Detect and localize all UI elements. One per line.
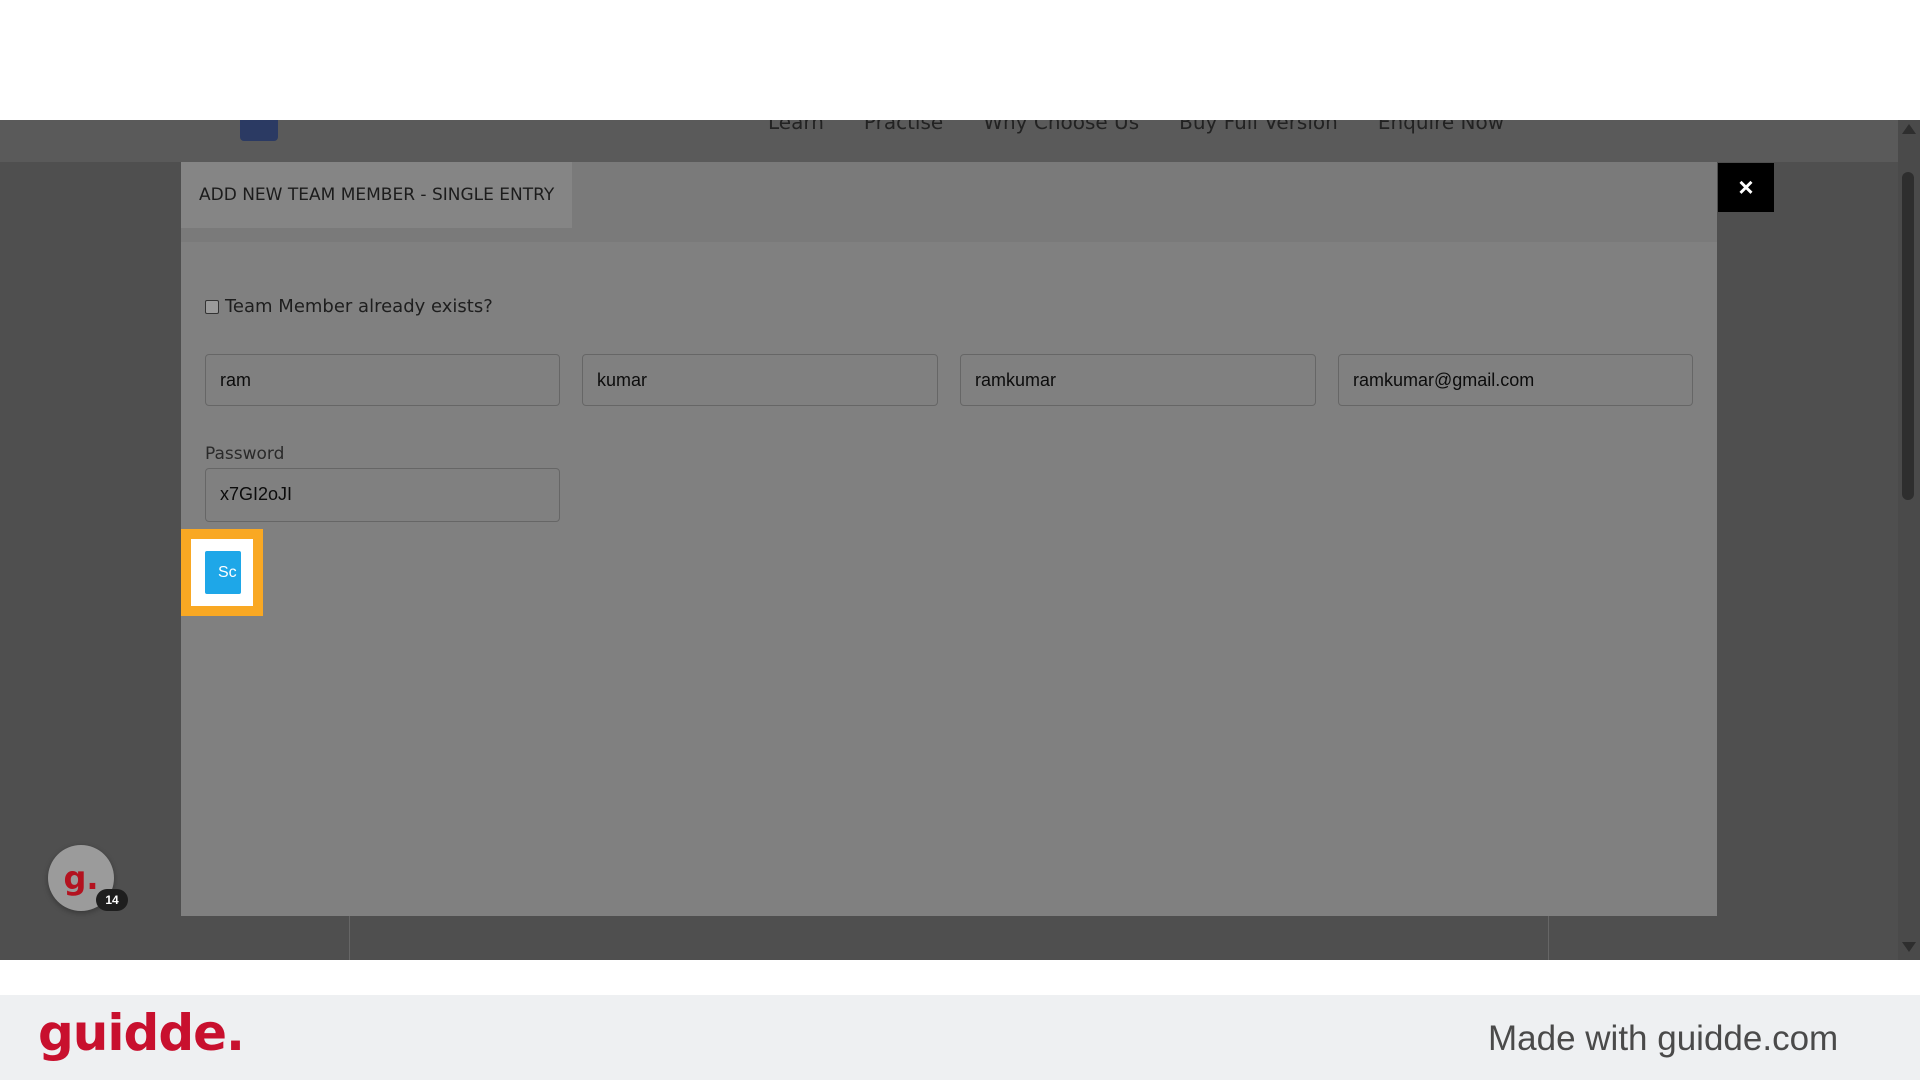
- site-nav: Learn Practise Why Choose Us Buy Full Ve…: [768, 120, 1504, 134]
- made-with-text: Made with guidde.com: [1488, 1019, 1839, 1058]
- first-name-input[interactable]: ram: [205, 354, 560, 406]
- scroll-up-arrow-icon[interactable]: [1902, 124, 1916, 134]
- last-name-input[interactable]: kumar: [582, 354, 938, 406]
- browser-viewport: Learn Practise Why Choose Us Buy Full Ve…: [0, 120, 1920, 960]
- submit-button[interactable]: Sc: [205, 551, 241, 594]
- logo-icon: [240, 120, 278, 141]
- background-divider: [349, 910, 350, 960]
- nav-item-why-choose-us[interactable]: Why Choose Us: [983, 120, 1139, 134]
- avatar-letter: g.: [63, 859, 99, 897]
- site-header: Learn Practise Why Choose Us Buy Full Ve…: [0, 120, 1898, 162]
- scroll-down-arrow-icon[interactable]: [1902, 942, 1916, 952]
- member-exists-label: Team Member already exists?: [225, 296, 493, 317]
- avatar-count-badge: 14: [96, 889, 128, 911]
- modal-header: ADD NEW TEAM MEMBER - SINGLE ENTRY: [181, 162, 1717, 242]
- nav-item-practise[interactable]: Practise: [864, 120, 943, 134]
- add-team-member-modal: ADD NEW TEAM MEMBER - SINGLE ENTRY Team …: [181, 162, 1717, 916]
- password-input[interactable]: x7GI2oJI: [205, 468, 560, 522]
- member-exists-row: Team Member already exists?: [205, 296, 493, 317]
- close-icon: ×: [1738, 172, 1754, 202]
- top-band: [0, 0, 1920, 120]
- password-label: Password: [205, 444, 285, 464]
- scrollbar-thumb[interactable]: [1902, 172, 1914, 500]
- username-input[interactable]: ramkumar: [960, 354, 1316, 406]
- guidde-logo: guidde.: [38, 1004, 245, 1062]
- modal-title-tab[interactable]: ADD NEW TEAM MEMBER - SINGLE ENTRY: [181, 162, 573, 228]
- email-input[interactable]: ramkumar@gmail.com: [1338, 354, 1693, 406]
- close-modal-button[interactable]: ×: [1718, 163, 1774, 212]
- member-exists-checkbox[interactable]: [205, 299, 219, 314]
- nav-item-enquire-now[interactable]: Enquire Now: [1378, 120, 1504, 134]
- nav-item-learn[interactable]: Learn: [768, 120, 824, 134]
- site-logo[interactable]: [240, 120, 440, 148]
- nav-item-buy-full-version[interactable]: Buy Full Version: [1179, 120, 1338, 134]
- background-divider: [1548, 910, 1549, 960]
